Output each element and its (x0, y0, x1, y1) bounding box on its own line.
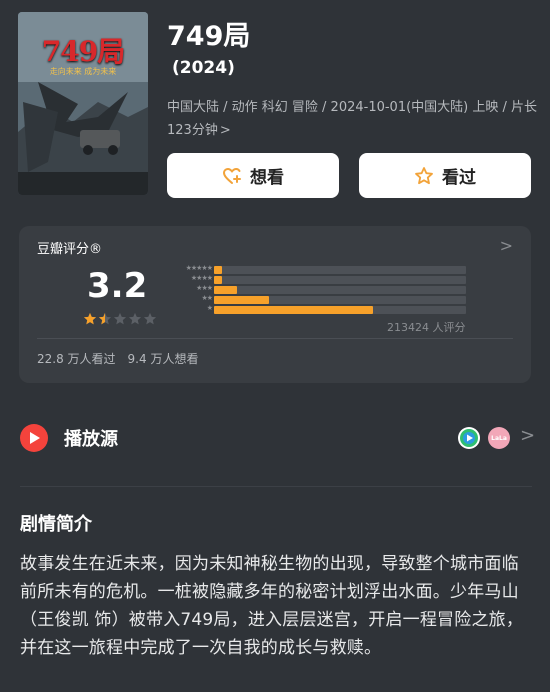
poster-title: 749局 (41, 35, 125, 68)
lala-platform-icon[interactable]: LaLa (488, 427, 510, 449)
rating-star-icon (113, 312, 127, 325)
synopsis-body: 故事发生在近未来，因为未知神秘生物的出现，导致整个城市面临前所未有的危机。一桩被… (20, 554, 524, 658)
vote-count: 213424 人评分 (387, 321, 466, 334)
play-icon (20, 424, 48, 452)
movie-year: (2024) (172, 58, 235, 78)
distribution-stars-label: ★★★ (196, 284, 213, 292)
distribution-bar (214, 266, 222, 274)
watched-count: 22.8 万人看过 (37, 352, 116, 366)
distribution-bar (214, 286, 237, 294)
distribution-track (214, 296, 466, 304)
poster-tagline: 走向未来 成为未来 (49, 67, 117, 76)
movie-detail-page: 749局 走向未来 成为未来 749局 (2024) 中国大陆 / 动作 科幻 … (0, 0, 550, 692)
movie-meta[interactable]: 中国大陆 / 动作 科幻 冒险 / 2024-10-01(中国大陆) 上映 / … (167, 96, 539, 142)
distribution-track (214, 266, 466, 274)
rating-star-icon (98, 312, 112, 325)
chevron-right-icon: > (499, 236, 513, 255)
watched-label: 看过 (442, 168, 476, 188)
play-source-label: 播放源 (64, 429, 118, 450)
divider (37, 338, 513, 339)
rating-star-icon (143, 312, 157, 325)
movie-title: 749局 (167, 21, 251, 52)
distribution-track (214, 286, 466, 294)
distribution-bar (214, 276, 222, 284)
heart-plus-icon (222, 167, 241, 184)
chevron-right-icon: > (520, 425, 536, 446)
want-to-watch-button[interactable]: 想看 (167, 153, 339, 198)
watched-button[interactable]: 看过 (359, 153, 531, 198)
synopsis-title: 剧情简介 (20, 514, 92, 535)
distribution-stars-label: ★★★★★ (185, 264, 213, 272)
movie-poster[interactable]: 749局 走向未来 成为未来 (18, 12, 148, 195)
rating-source-label: 豆瓣评分® (37, 242, 103, 257)
distribution-bar (214, 306, 373, 314)
want-to-watch-label: 想看 (250, 168, 284, 188)
wanted-count: 9.4 万人想看 (127, 352, 199, 366)
watch-counts: 22.8 万人看过 9.4 万人想看 (37, 350, 198, 367)
rating-card[interactable]: 豆瓣评分® > 3.2 ★★★★★ ★★★★ ★★★ ★★ ★ 213424 人评分 2… (19, 226, 531, 383)
distribution-track (214, 276, 466, 284)
rating-star-icon (83, 312, 97, 325)
divider (20, 486, 532, 487)
star-outline-icon (415, 166, 433, 184)
video-platform-icon[interactable] (458, 427, 480, 449)
chevron-right-icon: > (219, 123, 231, 138)
score-stars (83, 312, 157, 326)
distribution-stars-label: ★★ (201, 294, 213, 302)
distribution-stars-label: ★★★★ (190, 274, 213, 282)
rating-score: 3.2 (87, 266, 148, 306)
play-source-row[interactable]: 播放源 LaLa > (20, 420, 536, 456)
distribution-stars-label: ★ (206, 304, 213, 312)
distribution-track (214, 306, 466, 314)
rating-star-icon (128, 312, 142, 325)
distribution-bar (214, 296, 270, 304)
